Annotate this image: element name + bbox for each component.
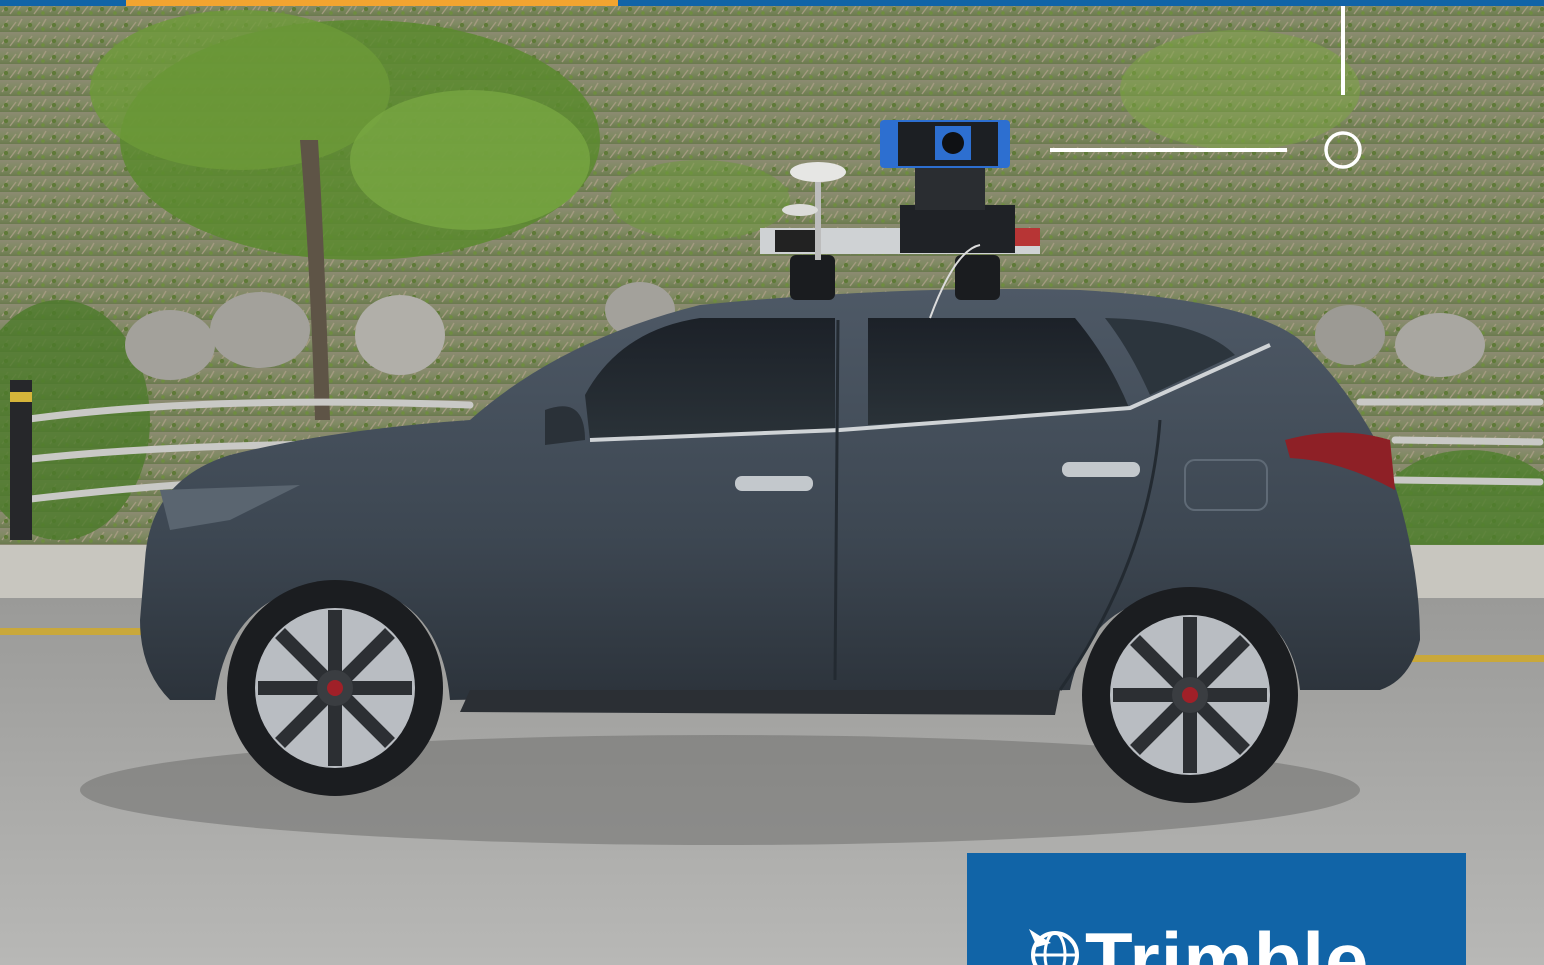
railing-post xyxy=(10,380,32,540)
roof-rack-foot-front xyxy=(790,255,835,300)
trimble-globe-icon xyxy=(1029,929,1079,965)
trimble-logo-panel: Trimble xyxy=(967,853,1466,965)
front-wheel xyxy=(227,580,443,796)
roof-rack-foot-rear xyxy=(955,255,1000,300)
gnss-antenna xyxy=(790,162,846,182)
trimble-wordmark: Trimble xyxy=(1085,916,1370,965)
rear-wheel xyxy=(1082,587,1298,803)
vehicle-photo xyxy=(0,6,1544,965)
